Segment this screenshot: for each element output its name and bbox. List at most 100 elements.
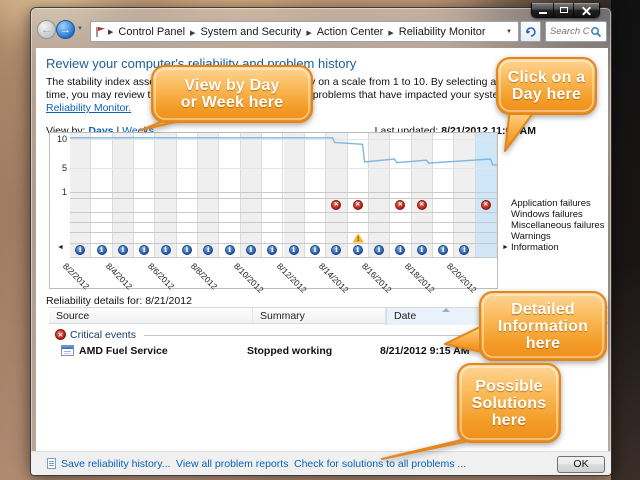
gridline: [70, 168, 497, 169]
event-summary: Stopped working: [247, 345, 332, 357]
callout-solutions-text: Possible Solutions here: [458, 364, 560, 442]
chart-scroll-left-icon[interactable]: ◄: [57, 244, 64, 251]
chart-day-column[interactable]: [390, 133, 411, 257]
chart-day-column[interactable]: [91, 133, 112, 257]
search-icon[interactable]: [590, 26, 602, 38]
info-event-icon[interactable]: i: [225, 245, 235, 255]
info-event-icon[interactable]: i: [246, 245, 256, 255]
save-icon: [47, 458, 56, 469]
callout-solutions: Possible Solutions here: [368, 358, 564, 464]
chart-day-column[interactable]: [262, 133, 283, 257]
chart-day-column[interactable]: [454, 133, 475, 257]
chart-legend: Application failuresWindows failuresMisc…: [511, 198, 604, 253]
stability-chart[interactable]: 1051 ✕✕✕✕✕!iiiiiiiiiiiiiiiiiii8/2/20128/…: [49, 132, 498, 289]
ok-button[interactable]: OK: [557, 456, 605, 473]
window-controls: [531, 3, 600, 18]
chart-day-column[interactable]: [433, 133, 454, 257]
breadcrumb-item[interactable]: Reliability Monitor: [396, 26, 489, 38]
info-event-icon[interactable]: i: [417, 245, 427, 255]
error-event-icon[interactable]: ✕: [353, 200, 363, 210]
refresh-icon: [525, 26, 537, 38]
crumb-separator-icon: ▶: [304, 30, 313, 37]
close-button[interactable]: [574, 3, 599, 17]
minimize-icon: [539, 12, 547, 14]
y-axis-tick-label: 10: [50, 134, 67, 144]
save-history-link[interactable]: Save reliability history...: [61, 458, 171, 470]
callout-view-by: View by Day or Week here: [133, 60, 315, 136]
column-header-summary[interactable]: Summary: [253, 308, 386, 325]
info-event-icon[interactable]: i: [161, 245, 171, 255]
breadcrumb-item[interactable]: Control Panel: [115, 26, 188, 38]
row-divider: [70, 192, 497, 193]
legend-item: Miscellaneous failures: [511, 220, 604, 231]
info-event-icon[interactable]: i: [97, 245, 107, 255]
info-event-icon[interactable]: i: [289, 245, 299, 255]
chart-day-column[interactable]: [326, 133, 347, 257]
refresh-button[interactable]: [520, 21, 541, 42]
details-title: Reliability details for: 8/21/2012: [46, 295, 192, 307]
row-divider: [70, 257, 497, 258]
event-source: AMD Fuel Service: [79, 345, 168, 357]
chart-day-column[interactable]: [369, 133, 390, 257]
callout-detailed-info-text: Detailed Information here: [480, 292, 606, 360]
y-axis-tick-label: 1: [50, 187, 67, 197]
chart-day-column[interactable]: [412, 133, 433, 257]
action-center-flag-icon: [95, 26, 106, 38]
x-axis-date-label: 8/2/2012: [61, 261, 91, 291]
chart-day-column[interactable]: [113, 133, 134, 257]
chart-day-column[interactable]: [155, 133, 176, 257]
x-axis-date-label: 8/12/2012: [274, 261, 308, 295]
critical-events-group-label[interactable]: Critical events: [70, 329, 136, 341]
legend-item: Warnings: [511, 231, 604, 242]
x-axis-date-label: 8/14/2012: [317, 261, 351, 295]
gridline: [70, 139, 497, 140]
chart-day-column[interactable]: [219, 133, 240, 257]
address-bar[interactable]: ▶ Control Panel▶System and Security▶Acti…: [90, 21, 519, 42]
column-header-source[interactable]: Source: [49, 308, 253, 325]
legend-item: Application failures: [511, 198, 604, 209]
x-axis-date-label: 8/4/2012: [104, 261, 134, 291]
search-input[interactable]: [546, 26, 590, 37]
callout-click-day-text: Click on a Day here: [497, 58, 596, 114]
legend-item: Information: [511, 242, 604, 253]
chart-day-column[interactable]: [198, 133, 219, 257]
chart-day-column[interactable]: [70, 133, 91, 257]
row-divider: [70, 198, 497, 199]
error-event-icon[interactable]: ✕: [481, 200, 491, 210]
legend-item: Windows failures: [511, 209, 604, 220]
row-divider: [70, 232, 497, 233]
forward-button[interactable]: →: [56, 20, 75, 39]
breadcrumb-item[interactable]: System and Security: [197, 26, 304, 38]
breadcrumb: Control Panel▶System and Security▶Action…: [115, 26, 488, 38]
address-dropdown-icon[interactable]: ▼: [506, 29, 514, 35]
callout-view-by-text: View by Day or Week here: [152, 66, 312, 122]
x-axis-date-label: 8/18/2012: [403, 261, 437, 295]
callout-click-day: Click on a Day here: [488, 52, 603, 157]
maximize-button[interactable]: [554, 3, 574, 17]
info-event-icon[interactable]: i: [118, 245, 128, 255]
x-axis-date-label: 8/16/2012: [360, 261, 394, 295]
chart-plot[interactable]: ✕✕✕✕✕!iiiiiiiiiiiiiiiiiii8/2/20128/4/201…: [70, 133, 497, 290]
view-reports-link[interactable]: View all problem reports: [176, 458, 288, 470]
info-event-icon[interactable]: i: [182, 245, 192, 255]
info-event-icon[interactable]: i: [310, 245, 320, 255]
search-box: [545, 21, 607, 42]
chart-day-column[interactable]: [177, 133, 198, 257]
close-icon: [581, 5, 592, 16]
back-button[interactable]: ←: [37, 20, 56, 39]
error-event-icon[interactable]: ✕: [417, 200, 427, 210]
row-divider: [70, 243, 497, 244]
chart-scroll-right-icon[interactable]: ►: [502, 244, 509, 251]
chart-day-column[interactable]: [305, 133, 326, 257]
info-event-icon[interactable]: i: [374, 245, 384, 255]
chart-day-column[interactable]: [241, 133, 262, 257]
y-axis-tick-label: 5: [50, 163, 67, 173]
breadcrumb-item[interactable]: Action Center: [314, 26, 387, 38]
callout-detailed-info: Detailed Information here: [438, 286, 610, 366]
chart-day-column[interactable]: [134, 133, 155, 257]
chart-day-column[interactable]: [284, 133, 305, 257]
history-dropdown-icon[interactable]: ▼: [77, 26, 83, 32]
row-divider: [70, 212, 497, 213]
minimize-button[interactable]: [532, 3, 554, 17]
info-event-icon[interactable]: i: [353, 245, 363, 255]
